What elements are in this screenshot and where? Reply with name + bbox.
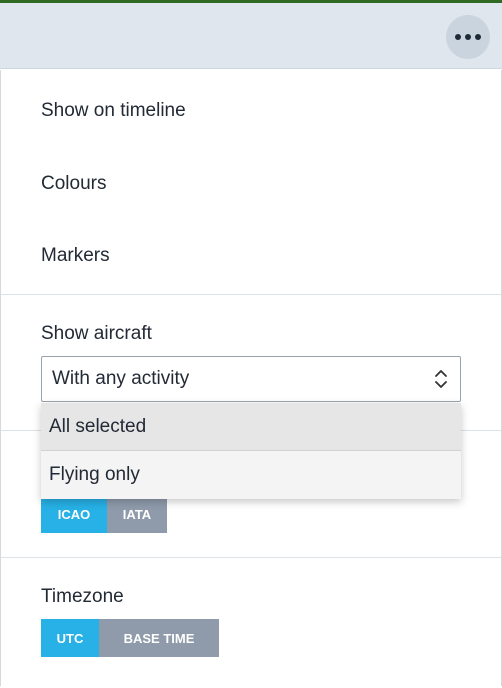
more-options-button[interactable] (446, 15, 490, 59)
show-aircraft-label: Show aircraft (41, 323, 152, 344)
app-frame: Show on timeline Colours Markers Show ai… (0, 0, 502, 688)
select-arrows-icon (435, 370, 447, 388)
airport-code-toggle: ICAO IATA (41, 495, 167, 533)
toggle-base-time[interactable]: BASE TIME (99, 619, 219, 657)
toggle-icao[interactable]: ICAO (41, 495, 107, 533)
show-aircraft-dropdown-list: All selected Flying only (41, 403, 461, 499)
dropdown-option-all-selected[interactable]: All selected (41, 403, 461, 451)
toggle-iata[interactable]: IATA (107, 495, 167, 533)
dropdown-option-flying-only[interactable]: Flying only (41, 451, 461, 499)
more-horizontal-icon (455, 34, 481, 40)
divider (1, 294, 501, 295)
toggle-utc[interactable]: UTC (41, 619, 99, 657)
show-aircraft-selected-value: With any activity (52, 368, 190, 389)
timezone-label: Timezone (41, 586, 124, 607)
menu-item-show-on-timeline[interactable]: Show on timeline (41, 100, 186, 122)
options-menu: Show on timeline Colours Markers Show ai… (0, 70, 502, 686)
menu-item-markers[interactable]: Markers (41, 245, 110, 267)
menu-item-colours[interactable]: Colours (41, 173, 106, 195)
divider (1, 557, 501, 558)
timezone-toggle: UTC BASE TIME (41, 619, 219, 657)
show-aircraft-select[interactable]: With any activity (41, 356, 461, 402)
top-bar (0, 3, 502, 69)
